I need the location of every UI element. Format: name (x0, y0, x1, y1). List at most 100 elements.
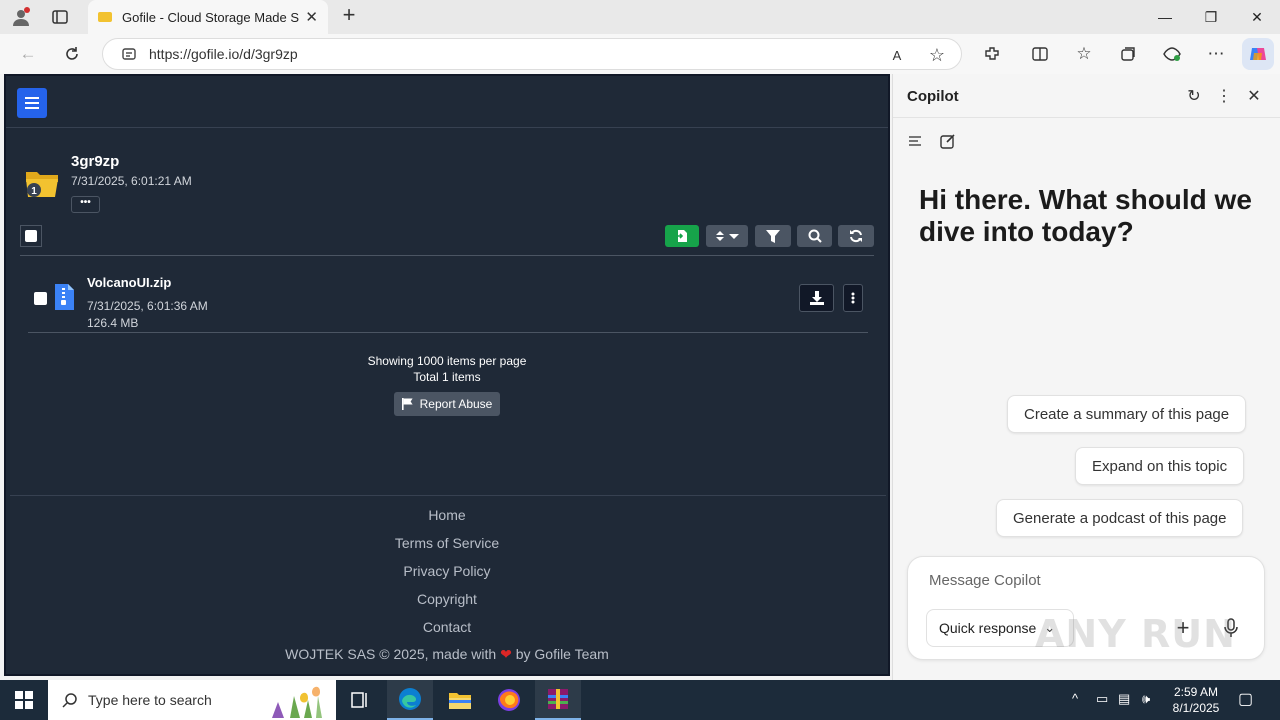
message-input[interactable]: Message Copilot (929, 572, 1041, 589)
footer-link-home[interactable]: Home (6, 507, 888, 523)
clock-time: 2:59 AM (1173, 685, 1219, 699)
system-clock[interactable]: 2:59 AM 8/1/2025 (1166, 684, 1226, 716)
folder-icon: 1 (26, 172, 58, 197)
tulips-decoration-icon (272, 686, 322, 718)
gofile-topbar (6, 76, 888, 128)
url-text: https://gofile.io/d/3gr9zp (149, 46, 298, 62)
zip-file-icon (55, 284, 74, 310)
copilot-more-icon[interactable]: ⋮ (1215, 87, 1233, 105)
filter-button[interactable] (755, 225, 791, 247)
sort-button[interactable] (706, 225, 748, 247)
copyright-text-left: WOJTEK SAS © 2025, made with (285, 646, 497, 662)
sync-icon (850, 229, 862, 243)
favorites-icon[interactable]: ☆ (1072, 42, 1096, 66)
notifications-icon[interactable]: ▢ (1238, 689, 1253, 709)
extensions-icon[interactable] (980, 42, 1004, 66)
file-size: 126.4 MB (87, 316, 139, 330)
footer-link-terms[interactable]: Terms of Service (6, 535, 888, 551)
start-button[interactable] (0, 680, 48, 720)
windows-taskbar: Type here to search ^ ▭ ▤ 🕪 2:59 AM 8/1/… (0, 680, 1280, 720)
hamburger-menu-button[interactable] (17, 88, 47, 118)
suggestion-podcast[interactable]: Generate a podcast of this page (996, 499, 1244, 537)
heart-icon: ❤ (500, 646, 512, 662)
download-button[interactable] (799, 284, 834, 312)
new-chat-icon[interactable] (939, 132, 957, 150)
gofile-favicon-icon (98, 12, 112, 22)
tab-actions-icon[interactable] (47, 5, 73, 29)
copilot-toggle-icon[interactable] (1242, 38, 1274, 70)
copilot-greeting: Hi there. What should we dive into today… (919, 184, 1252, 247)
refresh-button[interactable] (838, 225, 874, 247)
minimize-button[interactable]: — (1142, 6, 1188, 28)
footer-copyright: WOJTEK SAS © 2025, made with ❤ by Gofile… (6, 646, 888, 663)
items-per-page-text: Showing 1000 items per page (367, 354, 527, 368)
pagination-info: Showing 1000 items per page Total 1 item… (6, 353, 888, 385)
read-aloud-icon[interactable]: A (887, 45, 907, 65)
copilot-history-icon[interactable] (907, 132, 925, 150)
back-icon[interactable]: ← (16, 42, 40, 66)
footer-link-privacy[interactable]: Privacy Policy (6, 563, 888, 579)
file-explorer-taskbar-icon[interactable] (437, 680, 483, 720)
split-screen-icon[interactable] (1028, 42, 1052, 66)
browser-tabbar: Gofile - Cloud Storage Made Simp ✕ + — ❐… (0, 0, 1280, 34)
gofile-page: 1 3gr9zp 7/31/2025, 6:01:21 AM ••• Volca… (4, 74, 890, 676)
select-all-checkbox[interactable] (20, 225, 42, 247)
file-options-button[interactable] (843, 284, 863, 312)
folder-date: 7/31/2025, 6:01:21 AM (71, 174, 192, 188)
search-icon (808, 229, 822, 243)
upload-files-button[interactable] (665, 225, 699, 247)
suggestion-summary[interactable]: Create a summary of this page (1007, 395, 1247, 433)
anyrun-watermark: ANY RUN (1035, 612, 1236, 656)
volume-icon[interactable]: 🕪 (1142, 691, 1150, 707)
footer-divider (10, 495, 886, 496)
suggestion-expand[interactable]: Expand on this topic (1075, 447, 1245, 485)
file-name[interactable]: VolcanoUI.zip (87, 275, 171, 290)
taskbar-search[interactable]: Type here to search (48, 680, 336, 720)
copilot-refresh-icon[interactable]: ↻ (1185, 87, 1203, 105)
copilot-header: Copilot ↻ ⋮ ✕ (893, 74, 1280, 118)
browser-essentials-icon[interactable] (1160, 42, 1184, 66)
close-window-button[interactable]: ✕ (1234, 6, 1280, 28)
edge-taskbar-icon[interactable] (387, 680, 433, 720)
search-icon (62, 693, 77, 708)
firefox-taskbar-icon[interactable] (486, 680, 532, 720)
tray-device-icon[interactable]: ▭ (1096, 691, 1108, 707)
restore-button[interactable]: ❐ (1188, 6, 1234, 28)
copilot-panel: Copilot ↻ ⋮ ✕ Hi there. What should we d… (892, 74, 1280, 680)
hamburger-icon (25, 97, 39, 109)
collections-icon[interactable] (1116, 42, 1140, 66)
show-hidden-icons[interactable]: ^ (1072, 691, 1078, 706)
file-date: 7/31/2025, 6:01:36 AM (87, 299, 208, 313)
address-bar[interactable]: https://gofile.io/d/3gr9zp A ☆ (102, 38, 962, 70)
folder-more-button[interactable]: ••• (71, 196, 100, 213)
refresh-icon[interactable] (60, 42, 84, 66)
settings-more-icon[interactable]: ⋯ (1204, 42, 1228, 66)
profile-icon[interactable] (8, 5, 34, 29)
browser-navbar: ← https://gofile.io/d/3gr9zp A ☆ ☆ ⋯ (0, 34, 1280, 74)
vertical-dots-icon (851, 292, 855, 304)
copilot-close-icon[interactable]: ✕ (1245, 87, 1263, 105)
copyright-text-right: by Gofile Team (515, 646, 609, 662)
copilot-title: Copilot (907, 88, 959, 105)
report-abuse-button[interactable]: Report Abuse (394, 392, 500, 416)
task-view-icon[interactable] (337, 680, 383, 720)
file-row[interactable]: VolcanoUI.zip 7/31/2025, 6:01:36 AM 126.… (28, 259, 868, 333)
favorite-star-icon[interactable]: ☆ (927, 45, 947, 65)
file-checkbox[interactable] (34, 292, 47, 305)
footer-link-copyright[interactable]: Copyright (6, 591, 888, 607)
footer-link-contact[interactable]: Contact (6, 619, 888, 635)
search-placeholder: Type here to search (88, 692, 212, 708)
file-import-icon (676, 230, 687, 242)
windows-logo-icon (15, 691, 33, 709)
site-info-icon[interactable] (121, 46, 137, 62)
total-items-text: Total 1 items (413, 370, 481, 384)
winrar-taskbar-icon[interactable] (535, 680, 581, 720)
new-tab-button[interactable]: + (338, 4, 360, 28)
flag-icon (401, 398, 413, 410)
folder-name: 3gr9zp (71, 153, 120, 170)
close-tab-icon[interactable]: ✕ (305, 8, 318, 26)
active-tab[interactable]: Gofile - Cloud Storage Made Simp ✕ (88, 0, 328, 34)
toolbar-divider (20, 255, 874, 256)
search-button[interactable] (797, 225, 832, 247)
network-icon[interactable]: ▤ (1118, 691, 1130, 707)
